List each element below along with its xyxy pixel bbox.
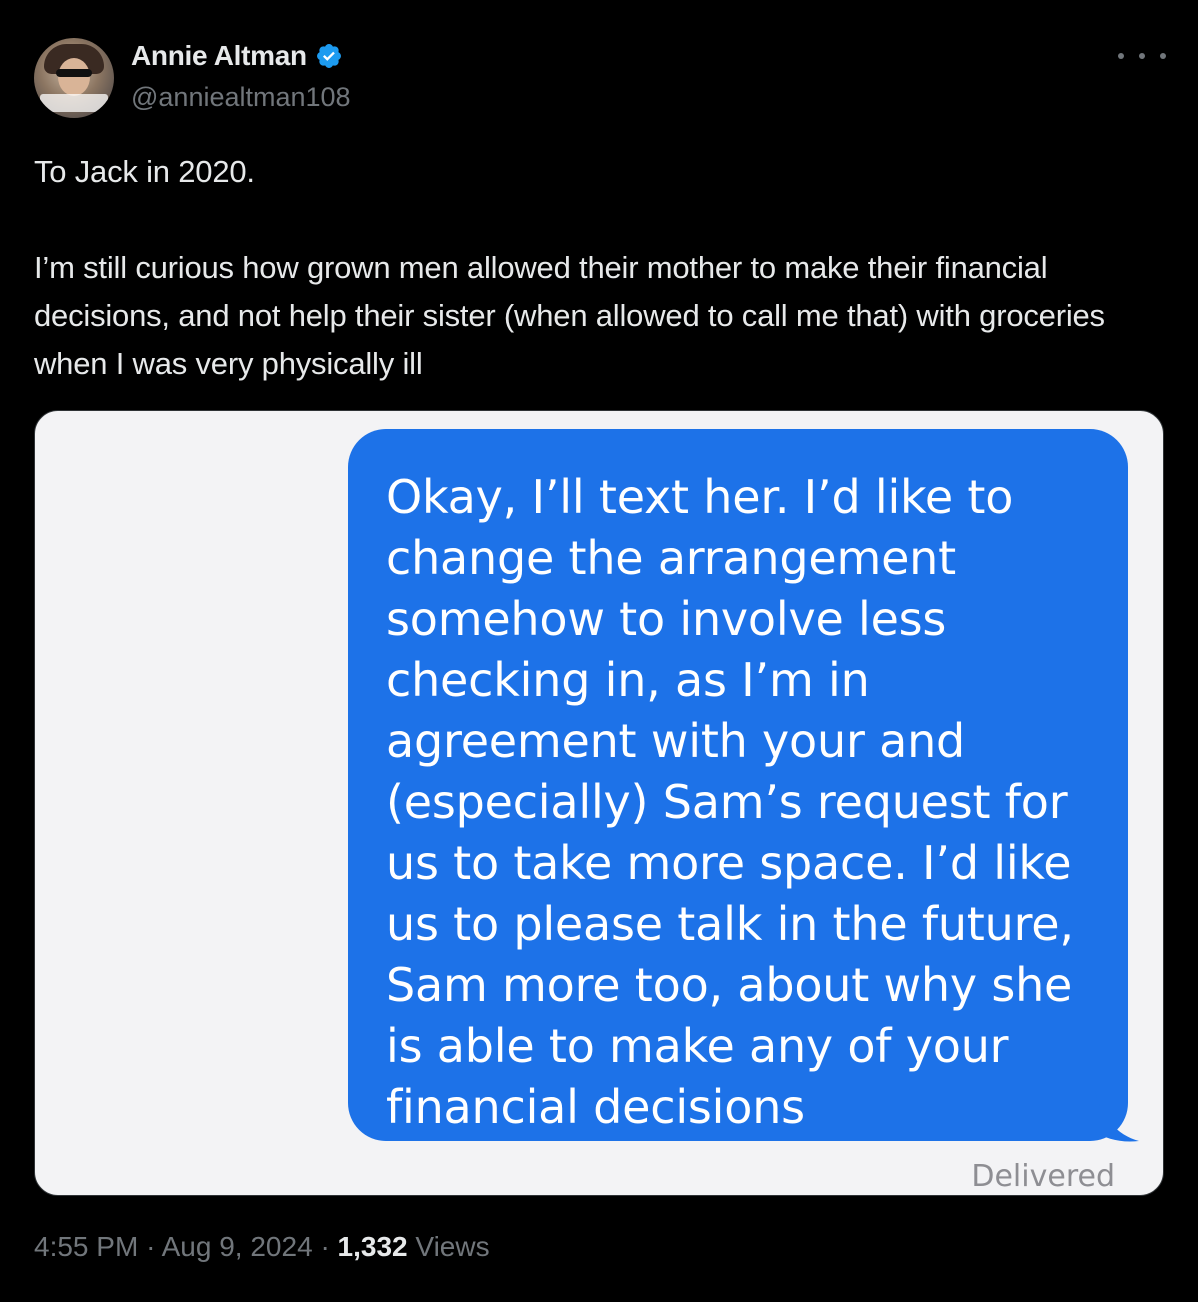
author-handle[interactable]: @anniealtman108 [131,82,351,113]
tweet-media-image[interactable]: Okay, I’ll text her. I’d like to change … [34,410,1164,1196]
tweet-text: To Jack in 2020. I’m still curious how g… [34,148,1154,388]
more-icon[interactable] [1118,44,1166,68]
avatar-face [58,58,90,96]
message-bubble-tail [1095,1091,1139,1142]
verified-badge-icon [316,44,341,68]
tweet-meta: 4:55 PM · Aug 9, 2024 · 1,332 Views [34,1231,490,1263]
avatar-caption-overlay [40,94,108,112]
message-bubble: Okay, I’ll text her. I’d like to change … [348,429,1128,1141]
more-dot [1139,53,1145,59]
views-label: Views [415,1231,490,1262]
avatar-sunglasses [56,69,92,77]
delivered-status: Delivered [971,1159,1115,1194]
author-name-row[interactable]: Annie Altman [131,40,343,72]
meta-separator: · [146,1231,156,1262]
avatar[interactable] [34,38,114,118]
tweet-date[interactable]: Aug 9, 2024 [162,1231,313,1262]
more-dot [1160,53,1166,59]
views-count: 1,332 [337,1231,408,1262]
tweet-paragraph: To Jack in 2020. [34,154,255,189]
more-dot [1118,53,1124,59]
author-name[interactable]: Annie Altman [131,40,307,72]
meta-separator: · [320,1231,330,1262]
tweet-paragraph: I’m still curious how grown men allowed … [34,250,1105,381]
tweet-time[interactable]: 4:55 PM [34,1231,138,1262]
